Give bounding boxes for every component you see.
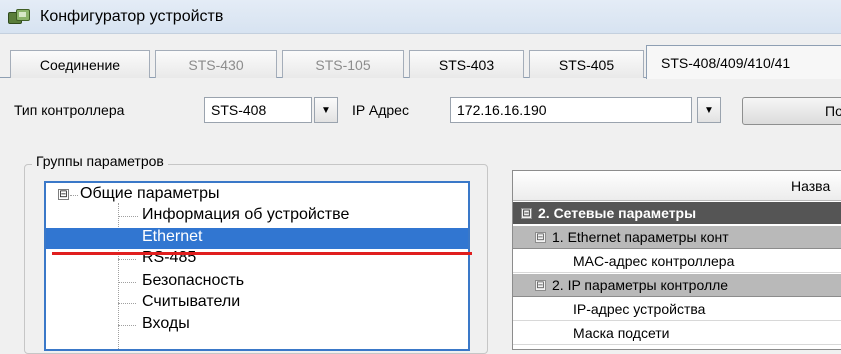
grid-subcategory-ip[interactable]: ⊟ 2. IP параметры контролле [513,274,841,297]
collapse-icon[interactable]: ⊟ [521,207,532,219]
controller-type-label: Тип контроллера [14,102,125,118]
tab-sts-403[interactable]: STS-403 [409,50,524,78]
grid-row-label: 1. Ethernet параметры конт [552,229,729,245]
tab-sts-105[interactable]: STS-105 [282,50,404,78]
device-tabs: Соединение STS-430 STS-105 STS-403 STS-4… [0,45,841,79]
grid-column-header-name[interactable]: Назва [513,171,841,201]
tree-item-security[interactable]: Безопасность [142,272,244,290]
tree-item-general-parameters[interactable]: Общие параметры [80,185,220,203]
grid-row-mac-address[interactable]: MAC-адрес контроллера [513,250,841,273]
grid-subcategory-ethernet[interactable]: ⊟ 1. Ethernet параметры конт [513,226,841,249]
parameter-groups-legend: Группы параметров [32,153,168,169]
tab-sts-405[interactable]: STS-405 [529,50,644,78]
tree-connector [118,203,119,349]
tab-sts-430[interactable]: STS-430 [155,50,277,78]
controller-row: Тип контроллера STS-408 ▼ IP Адрес 172.1… [0,94,841,126]
controller-type-dropdown-button[interactable]: ▼ [314,97,338,123]
tree-connector [118,325,136,326]
chevron-down-icon: ▼ [321,104,331,116]
tree-item-device-info[interactable]: Информация об устройстве [142,206,349,224]
tree-connector [118,259,136,260]
annotation-underline [52,252,472,255]
tree-connector [118,282,136,283]
grid-row-label: 2. Сетевые параметры [538,205,697,221]
collapse-icon[interactable]: ⊟ [535,231,546,243]
action-button[interactable]: По [742,97,841,125]
controller-type-select[interactable]: STS-408 [204,97,312,123]
devices-icon [8,8,32,26]
grid-row-label: 2. IP параметры контролле [552,277,729,293]
tab-sts-408-409-410[interactable]: STS-408/409/410/41 [646,45,841,79]
tree-item-inputs[interactable]: Входы [142,315,190,333]
tree-connector [70,195,78,196]
window-title: Конфигуратор устройств [40,7,224,25]
parameter-groups-tree[interactable]: ⊟ Общие параметры Информация об устройст… [44,181,470,351]
chevron-down-icon: ▼ [704,104,714,116]
tab-connection[interactable]: Соединение [10,50,150,78]
collapse-icon[interactable]: ⊟ [58,189,69,200]
tree-item-readers[interactable]: Считыватели [142,293,240,311]
grid-row-ip-address[interactable]: IP-адрес устройства [513,298,841,321]
tree-connector [118,303,136,304]
grid-row-label: IP-адрес устройства [573,301,706,317]
ip-address-input[interactable]: 172.16.16.190 [450,97,692,123]
parameters-grid[interactable]: Назва ⊟ 2. Сетевые параметры ⊟ 1. Ethern… [512,170,841,350]
grid-row-label: Маска подсети [573,325,670,341]
tree-connector [118,216,138,217]
grid-category-network[interactable]: ⊟ 2. Сетевые параметры [513,202,841,225]
tree-item-ethernet[interactable]: Ethernet [142,228,202,246]
tree-selection-highlight [46,228,468,249]
ip-address-label: IP Адрес [352,102,409,118]
grid-row-label: MAC-адрес контроллера [573,253,735,269]
title-bar: Конфигуратор устройств [0,0,841,34]
ip-address-dropdown-button[interactable]: ▼ [697,97,721,123]
collapse-icon[interactable]: ⊟ [535,279,546,291]
